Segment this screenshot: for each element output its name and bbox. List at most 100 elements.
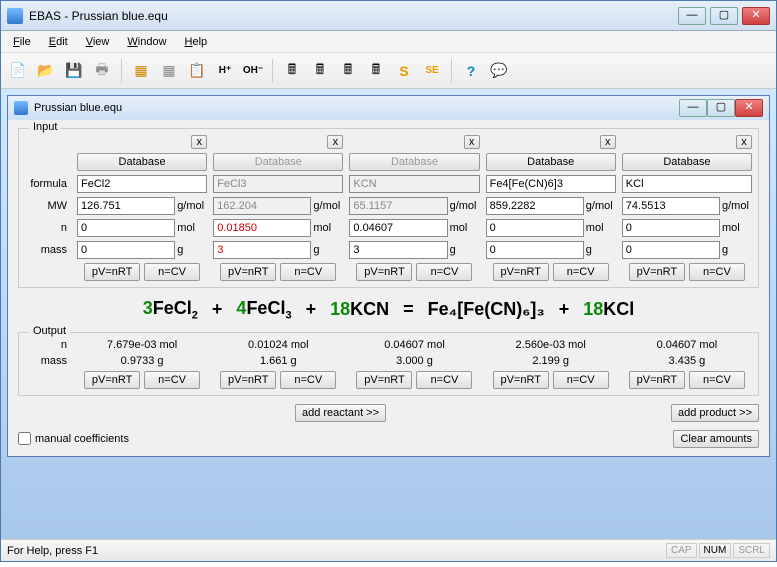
remove-col-1-button[interactable]: x (327, 135, 343, 149)
input-legend: Input (29, 121, 61, 133)
table2-icon[interactable]: ▦ (156, 58, 182, 84)
new-icon[interactable]: 📄 (5, 58, 31, 84)
out-pvnrt-4-button[interactable]: pV=nRT (629, 371, 685, 389)
doc-icon[interactable]: 📋 (184, 58, 210, 84)
remove-col-4-button[interactable]: x (736, 135, 752, 149)
out-n-label: n (23, 339, 71, 351)
status-num: NUM (699, 543, 732, 558)
maximize-button[interactable]: ▢ (710, 7, 738, 25)
child-minimize-button[interactable]: — (679, 99, 707, 117)
calc4-icon[interactable]: 🖩 (363, 58, 389, 84)
pvnrt-0-button[interactable]: pV=nRT (84, 263, 140, 281)
mass-1-input[interactable] (213, 241, 311, 259)
calc1-icon[interactable]: 🖩 (279, 58, 305, 84)
out-ncv-1-button[interactable]: n=CV (280, 371, 336, 389)
db-s-icon[interactable]: S (391, 58, 417, 84)
child-close-button[interactable]: ✕ (735, 99, 763, 117)
formula-4-input[interactable] (622, 175, 752, 193)
calc2-icon[interactable]: 🖩 (307, 58, 333, 84)
remove-col-2-button[interactable]: x (464, 135, 480, 149)
window-title: EBAS - Prussian blue.equ (29, 9, 678, 23)
formula-1-input[interactable] (213, 175, 343, 193)
out-ncv-4-button[interactable]: n=CV (689, 371, 745, 389)
remove-col-3-button[interactable]: x (600, 135, 616, 149)
add-product-button[interactable]: add product >> (671, 404, 759, 422)
out-ncv-3-button[interactable]: n=CV (553, 371, 609, 389)
ncv-4-button[interactable]: n=CV (689, 263, 745, 281)
out-pvnrt-3-button[interactable]: pV=nRT (493, 371, 549, 389)
pvnrt-1-button[interactable]: pV=nRT (220, 263, 276, 281)
ohminus-icon[interactable]: OH⁻ (240, 58, 266, 84)
mw-4-input[interactable] (622, 197, 720, 215)
open-icon[interactable]: 📂 (33, 58, 59, 84)
eq-term-5: 18KCl (583, 299, 634, 320)
save-icon[interactable]: 💾 (61, 58, 87, 84)
pvnrt-4-button[interactable]: pV=nRT (629, 263, 685, 281)
out-n-3: 2.560e-03 mol (486, 339, 616, 351)
out-mass-1: 1.661 g (213, 355, 343, 367)
child-maximize-button[interactable]: ▢ (707, 99, 735, 117)
mass-0-input[interactable] (77, 241, 175, 259)
menu-window[interactable]: Window (119, 34, 174, 50)
clear-amounts-button[interactable]: Clear amounts (673, 430, 759, 448)
output-legend: Output (29, 325, 70, 337)
formula-2-input[interactable] (349, 175, 479, 193)
menu-file[interactable]: File (5, 34, 39, 50)
hplus-icon[interactable]: H⁺ (212, 58, 238, 84)
out-ncv-0-button[interactable]: n=CV (144, 371, 200, 389)
menu-edit[interactable]: Edit (41, 34, 76, 50)
n-0-input[interactable] (77, 219, 175, 237)
manual-coefficients-input[interactable] (18, 432, 31, 445)
database-4-button[interactable]: Database (622, 153, 752, 171)
minimize-button[interactable]: — (678, 7, 706, 25)
out-pvnrt-0-button[interactable]: pV=nRT (84, 371, 140, 389)
add-reactant-button[interactable]: add reactant >> (295, 404, 386, 422)
manual-coefficients-checkbox[interactable]: manual coefficients (18, 432, 129, 445)
remove-col-0-button[interactable]: x (191, 135, 207, 149)
mw-1-input[interactable] (213, 197, 311, 215)
n-2-input[interactable] (349, 219, 447, 237)
mw-0-input[interactable] (77, 197, 175, 215)
help-icon[interactable]: ? (458, 58, 484, 84)
database-0-button[interactable]: Database (77, 153, 207, 171)
child-titlebar[interactable]: Prussian blue.equ — ▢ ✕ (8, 96, 769, 120)
mass-label: mass (23, 244, 71, 256)
out-mass-2: 3.000 g (349, 355, 479, 367)
formula-label: formula (23, 178, 71, 190)
info-icon[interactable]: 💬 (486, 58, 512, 84)
n-4-input[interactable] (622, 219, 720, 237)
app-icon (7, 8, 23, 24)
db-se-icon[interactable]: SE (419, 58, 445, 84)
menu-help[interactable]: Help (177, 34, 216, 50)
mass-2-input[interactable] (349, 241, 447, 259)
ncv-1-button[interactable]: n=CV (280, 263, 336, 281)
menu-view[interactable]: View (78, 34, 118, 50)
print-icon[interactable]: 🖶 (89, 58, 115, 84)
n-3-input[interactable] (486, 219, 584, 237)
ncv-3-button[interactable]: n=CV (553, 263, 609, 281)
out-mass-label: mass (23, 355, 71, 367)
formula-3-input[interactable] (486, 175, 616, 193)
main-window: EBAS - Prussian blue.equ — ▢ ✕ File Edit… (0, 0, 777, 562)
out-ncv-2-button[interactable]: n=CV (416, 371, 472, 389)
ncv-2-button[interactable]: n=CV (416, 263, 472, 281)
n-1-input[interactable] (213, 219, 311, 237)
mw-3-input[interactable] (486, 197, 584, 215)
ncv-0-button[interactable]: n=CV (144, 263, 200, 281)
titlebar[interactable]: EBAS - Prussian blue.equ — ▢ ✕ (1, 1, 776, 31)
menubar: File Edit View Window Help (1, 31, 776, 53)
out-pvnrt-2-button[interactable]: pV=nRT (356, 371, 412, 389)
mw-2-input[interactable] (349, 197, 447, 215)
out-pvnrt-1-button[interactable]: pV=nRT (220, 371, 276, 389)
table1-icon[interactable]: ▦ (128, 58, 154, 84)
mass-4-input[interactable] (622, 241, 720, 259)
close-button[interactable]: ✕ (742, 7, 770, 25)
calc3-icon[interactable]: 🖩 (335, 58, 361, 84)
database-3-button[interactable]: Database (486, 153, 616, 171)
formula-0-input[interactable] (77, 175, 207, 193)
eq-term-0: 3FeCl2 (143, 298, 198, 322)
pvnrt-2-button[interactable]: pV=nRT (356, 263, 412, 281)
mass-3-input[interactable] (486, 241, 584, 259)
statusbar: For Help, press F1 CAP NUM SCRL (1, 539, 776, 561)
pvnrt-3-button[interactable]: pV=nRT (493, 263, 549, 281)
